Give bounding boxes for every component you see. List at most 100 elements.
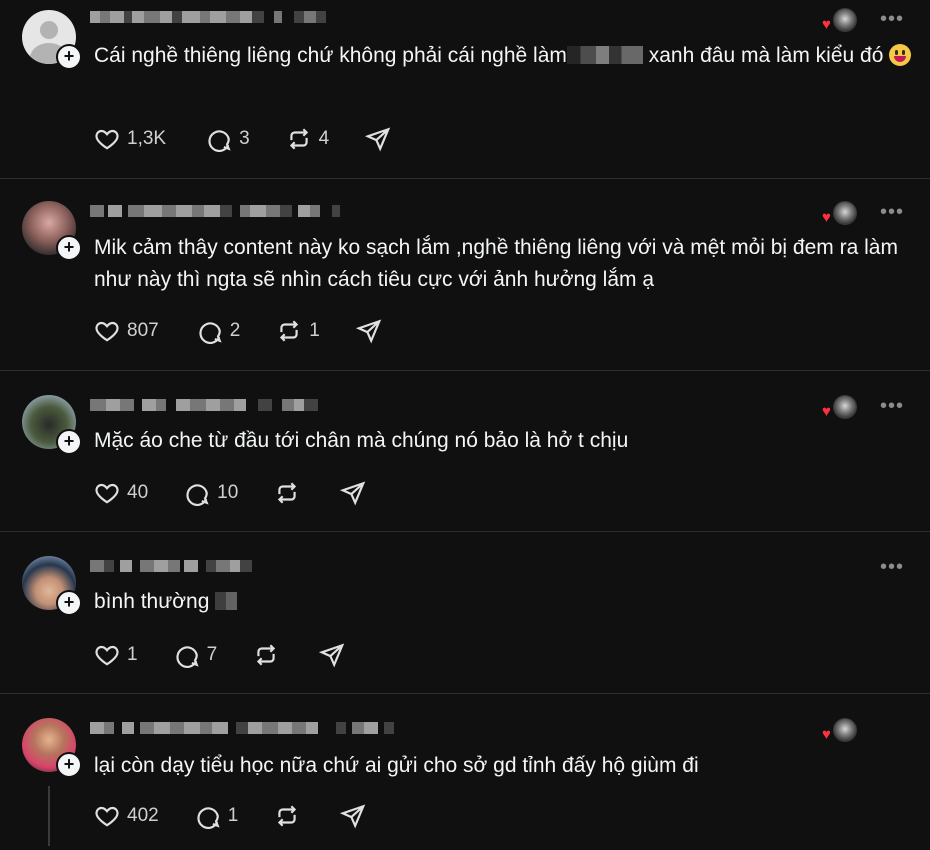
post-text: Mik cảm thây content này ko sạch lắm ,ng… — [94, 236, 904, 291]
comment-icon — [186, 484, 209, 506]
post-text: bình thường — [94, 586, 914, 618]
redacted-word — [566, 46, 643, 64]
more-icon[interactable]: ••• — [880, 202, 904, 222]
follow-plus-icon[interactable]: + — [56, 429, 82, 455]
post-actions: 1,3K 3 4 — [94, 124, 391, 154]
post-2: + ♥ ••• Mik cảm thây content này ko sạch… — [0, 179, 930, 370]
reply-button[interactable]: 10 — [184, 480, 238, 506]
repost-button[interactable] — [253, 642, 279, 668]
share-icon — [340, 481, 366, 506]
repost-button[interactable] — [274, 803, 300, 829]
like-button[interactable]: 1 — [94, 642, 138, 668]
share-icon — [340, 804, 366, 829]
reply-button[interactable]: 7 — [174, 642, 217, 668]
username-redacted[interactable] — [90, 720, 394, 736]
follow-plus-icon[interactable]: + — [56, 44, 82, 70]
share-button[interactable] — [355, 318, 382, 344]
like-count: 1 — [127, 644, 138, 665]
avatar[interactable]: + — [22, 10, 82, 70]
share-icon — [355, 319, 382, 344]
author-avatar-icon — [833, 201, 857, 225]
reply-button[interactable]: 2 — [197, 318, 241, 344]
more-icon[interactable]: ••• — [880, 557, 904, 577]
follow-plus-icon[interactable]: + — [56, 752, 82, 778]
author-avatar-icon — [833, 395, 857, 419]
heart-icon: ♥ — [822, 726, 831, 743]
reply-count: 1 — [227, 805, 239, 826]
post-actions: 40 10 — [94, 478, 366, 508]
repost-icon — [278, 482, 297, 504]
avatar[interactable]: + — [22, 201, 82, 261]
heart-icon: ♥ — [822, 209, 831, 226]
follow-plus-icon[interactable]: + — [56, 235, 82, 261]
heart-icon: ♥ — [822, 16, 831, 33]
repost-count: 1 — [309, 320, 320, 341]
post-4: + ••• bình thường 1 7 — [0, 532, 930, 693]
post-text: lại còn dạy tiểu học nữa chứ ai gửi cho … — [94, 754, 699, 777]
like-button[interactable]: 402 — [94, 803, 159, 829]
post-actions: 402 1 — [94, 801, 366, 831]
like-count: 1,3K — [127, 128, 167, 149]
post-text: Mặc áo che từ đầu tới chân mà chúng nó b… — [94, 429, 629, 452]
heart-icon — [95, 806, 119, 827]
share-icon — [319, 643, 345, 668]
post-actions: 1 7 — [94, 640, 345, 670]
liked-by-author-badge: ♥ — [822, 8, 857, 34]
reply-button[interactable]: 1 — [195, 803, 239, 829]
post-3: + ♥ ••• Mặc áo che từ đầu tới chân mà ch… — [0, 371, 930, 531]
like-button[interactable]: 40 — [94, 480, 148, 506]
like-count: 40 — [127, 482, 149, 503]
like-count: 807 — [127, 320, 159, 341]
thread-line — [48, 786, 50, 846]
threads-feed: + ♥ ••• Cái nghề thiêng liêng chứ không … — [0, 0, 930, 850]
share-button[interactable] — [319, 642, 345, 668]
heart-icon — [95, 483, 119, 504]
comment-icon — [199, 322, 222, 344]
more-icon[interactable]: ••• — [880, 396, 904, 416]
reply-count: 3 — [239, 128, 250, 149]
repost-button[interactable]: 4 — [286, 126, 330, 152]
repost-icon — [280, 320, 299, 342]
liked-by-author-badge: ♥ — [822, 201, 857, 227]
heart-icon — [95, 129, 119, 150]
post-actions: 807 2 1 — [94, 316, 382, 346]
username-redacted[interactable] — [90, 397, 318, 413]
repost-icon — [278, 805, 297, 827]
author-avatar-icon — [833, 718, 857, 742]
reply-button[interactable]: 3 — [206, 126, 250, 152]
repost-icon — [289, 128, 308, 150]
more-icon[interactable]: ••• — [880, 9, 904, 29]
username-redacted[interactable] — [90, 9, 326, 25]
follow-plus-icon[interactable]: + — [56, 590, 82, 616]
comment-icon — [176, 646, 199, 668]
share-button[interactable] — [365, 126, 391, 152]
like-button[interactable]: 807 — [94, 318, 159, 344]
liked-by-author-badge: ♥ — [822, 718, 857, 744]
heart-icon — [95, 645, 119, 666]
liked-by-author-badge: ♥ — [822, 395, 857, 421]
redacted-emoji — [215, 592, 238, 610]
share-button[interactable] — [340, 803, 366, 829]
comment-icon — [197, 807, 220, 829]
like-button[interactable]: 1,3K — [94, 126, 166, 152]
post-text: Cái nghề thiêng liêng chứ không phải cái… — [94, 40, 914, 72]
repost-button[interactable] — [274, 480, 300, 506]
username-redacted[interactable] — [90, 203, 340, 219]
reply-count: 2 — [229, 320, 241, 341]
grinning-face-icon — [889, 44, 912, 66]
author-avatar-icon — [833, 8, 857, 32]
share-button[interactable] — [340, 480, 366, 506]
comment-icon — [208, 130, 231, 152]
share-icon — [365, 127, 391, 152]
avatar[interactable]: + — [22, 718, 82, 778]
post-5: + ♥ lại còn dạy tiểu học nữa chứ ai gửi … — [0, 694, 930, 850]
post-1: + ♥ ••• Cái nghề thiêng liêng chứ không … — [0, 0, 930, 178]
avatar[interactable]: + — [22, 556, 82, 616]
repost-count: 4 — [318, 128, 330, 149]
repost-button[interactable]: 1 — [276, 318, 320, 344]
avatar[interactable]: + — [22, 395, 82, 455]
repost-icon — [257, 644, 276, 666]
like-count: 402 — [127, 805, 159, 826]
reply-count: 10 — [217, 482, 239, 503]
username-redacted[interactable] — [90, 558, 252, 574]
